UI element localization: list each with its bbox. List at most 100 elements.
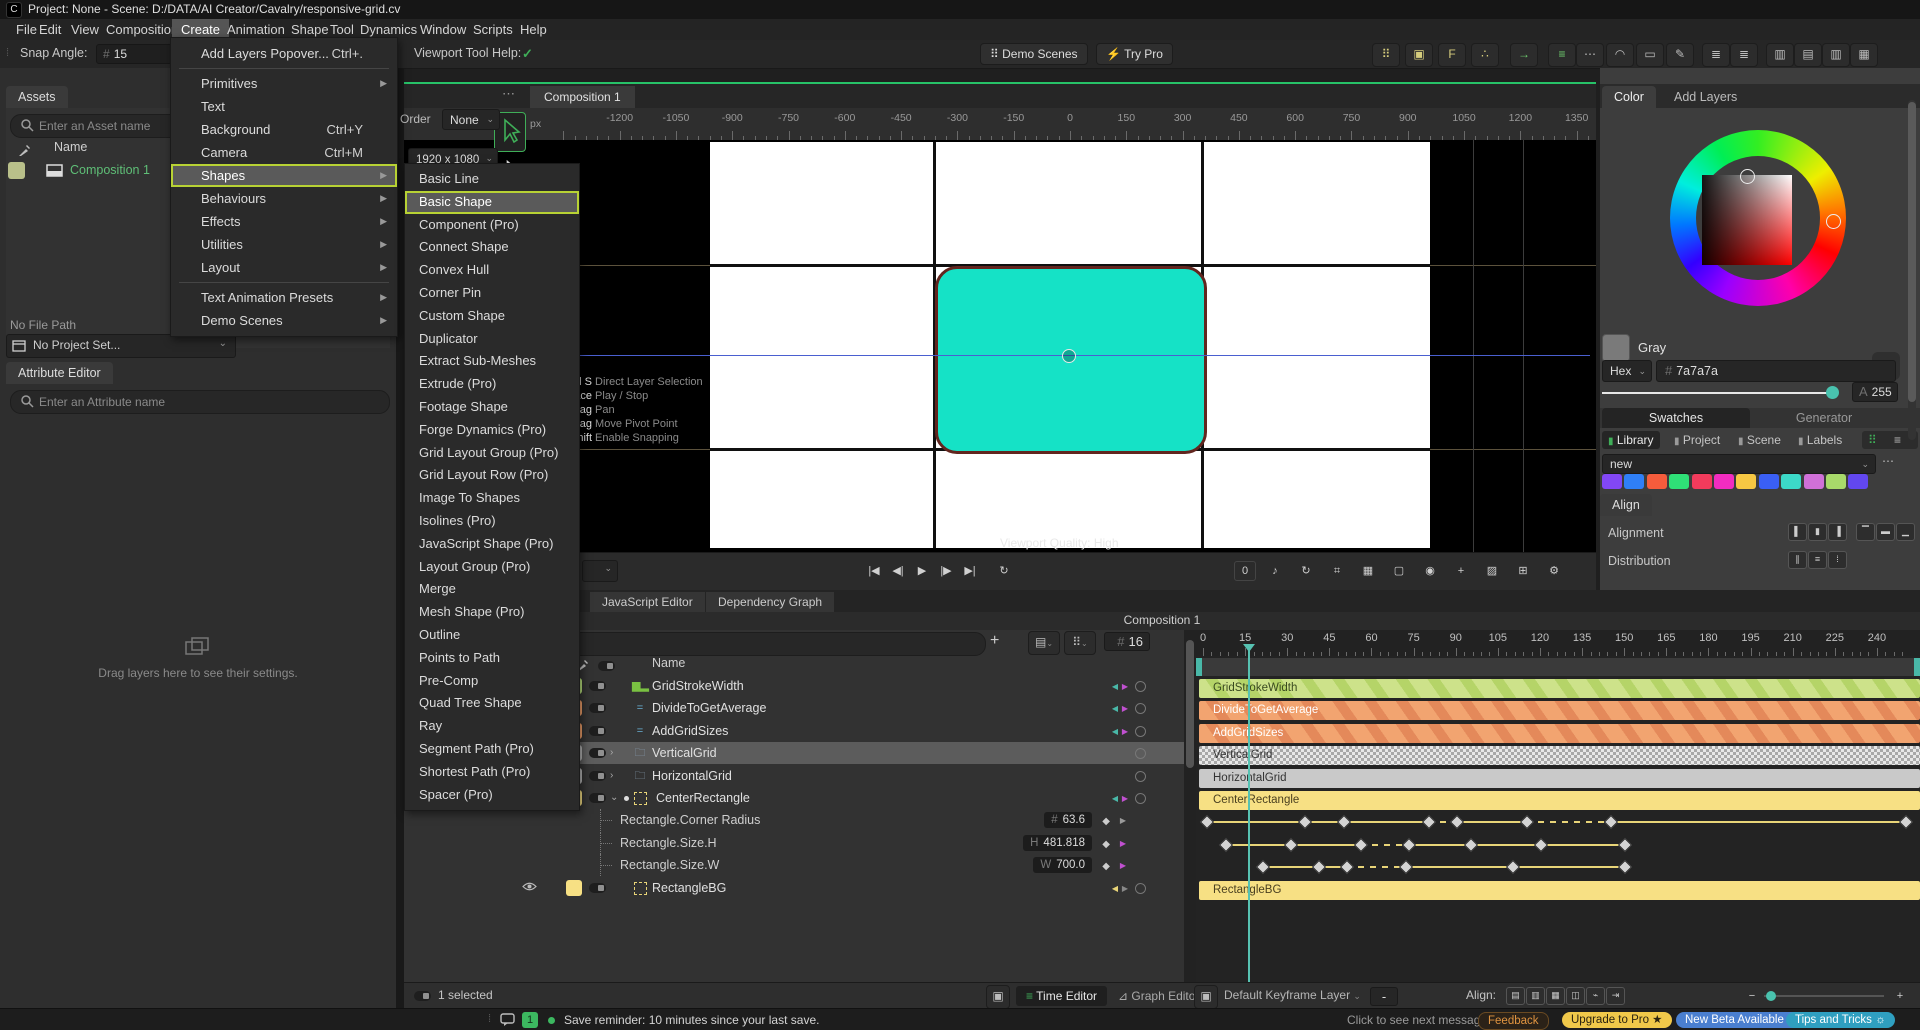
frame-icon[interactable]: F — [1438, 43, 1466, 67]
saturation-value-square[interactable] — [1702, 175, 1792, 265]
alpha-slider-handle[interactable] — [1826, 386, 1839, 399]
tab-attribute-editor[interactable]: Attribute Editor — [6, 362, 113, 384]
hue-selector[interactable] — [1826, 214, 1841, 229]
keyframe-diamond[interactable] — [1298, 815, 1312, 829]
submenu-item-segment-path-pro-[interactable]: Segment Path (Pro) — [405, 738, 579, 761]
menu-item-primitives[interactable]: Primitives▶ — [171, 72, 397, 95]
keyframe-diamond[interactable] — [1337, 815, 1351, 829]
tab-composition-1[interactable]: Composition 1 — [530, 86, 635, 108]
submenu-item-footage-shape[interactable]: Footage Shape — [405, 396, 579, 419]
palette-select[interactable]: new ⌄ — [1602, 454, 1876, 474]
feedback-button[interactable]: Feedback — [1478, 1012, 1549, 1030]
track-bar-dividetogetaverage[interactable]: DivideToGetAverage — [1199, 701, 1920, 720]
expression-marker-icon[interactable]: ▶ — [1120, 861, 1126, 870]
menu-item-utilities[interactable]: Utilities▶ — [171, 233, 397, 256]
keyframe-diamond[interactable] — [1399, 860, 1413, 874]
tab-generator[interactable]: Generator — [1750, 408, 1898, 428]
layer-toggle-icon[interactable] — [589, 771, 606, 781]
tips-button[interactable]: Tips and Tricks ☼ — [1786, 1012, 1895, 1028]
render-state-icon[interactable] — [1135, 748, 1146, 759]
layer-toggle-icon[interactable] — [589, 726, 606, 736]
keyframe-diamond[interactable] — [1340, 860, 1354, 874]
alpha-slider-track[interactable] — [1602, 392, 1832, 394]
keyframe-diamond[interactable] — [1312, 860, 1326, 874]
track-bar-addgridsizes[interactable]: AddGridSizes — [1199, 724, 1920, 743]
keyframe-diamond[interactable] — [1402, 838, 1416, 852]
align-button-3[interactable]: ▔ — [1856, 523, 1875, 541]
color-swatch[interactable] — [1647, 474, 1667, 489]
menu-item-camera[interactable]: CameraCtrl+M — [171, 141, 397, 164]
track-bar-verticalgrid[interactable]: VerticalGrid — [1199, 746, 1920, 765]
play-button[interactable]: ▶ — [912, 561, 932, 581]
expression-marker-icon[interactable]: ▶ — [1120, 839, 1126, 848]
expand-icon[interactable]: › — [610, 765, 613, 787]
align-button-4[interactable]: ▬ — [1876, 523, 1895, 541]
align-button-1[interactable]: ▮ — [1808, 523, 1827, 541]
next-message-link[interactable]: Click to see next message — [1347, 1013, 1487, 1027]
value-field-h[interactable]: H481.818 — [1023, 835, 1092, 851]
submenu-item-extract-sub-meshes[interactable]: Extract Sub-Meshes — [405, 350, 579, 373]
layer-row-rectangle-size-w[interactable]: Rectangle.Size.WW700.0◆▶ — [404, 854, 1184, 876]
submenu-item-duplicator[interactable]: Duplicator — [405, 328, 579, 351]
columns-1-icon[interactable]: ▥ — [1766, 43, 1794, 67]
eyedropper-icon[interactable] — [18, 144, 31, 157]
value-field-#[interactable]: #63.6 — [1044, 812, 1092, 828]
playhead-marker[interactable] — [1243, 644, 1255, 652]
submenu-item-pre-comp[interactable]: Pre-Comp — [405, 670, 579, 693]
color-swatch[interactable] — [1826, 474, 1846, 489]
color-swatch[interactable] — [1602, 474, 1622, 489]
expression-marker-icon[interactable]: ▶ — [1120, 816, 1126, 825]
playhead[interactable] — [1248, 644, 1250, 982]
columns-4-icon[interactable]: ▦ — [1850, 43, 1878, 67]
submenu-item-custom-shape[interactable]: Custom Shape — [405, 305, 579, 328]
submenu-item-basic-shape[interactable]: Basic Shape — [405, 191, 579, 214]
solo-header-icon[interactable] — [598, 661, 615, 671]
alpha-value-field[interactable]: A255 — [1852, 382, 1898, 402]
close-button[interactable] — [1874, 0, 1914, 19]
render-state-icon[interactable] — [1135, 883, 1146, 894]
distribute-button-2[interactable]: ⁞ — [1828, 551, 1847, 569]
viewport-menu-icon[interactable]: ⋯ — [502, 86, 516, 102]
status-message[interactable]: Save reminder: 10 minutes since your las… — [564, 1013, 819, 1027]
layer-toggle-icon[interactable] — [589, 681, 606, 691]
render-state-icon[interactable] — [1135, 726, 1146, 737]
current-color-swatch[interactable] — [1602, 334, 1630, 362]
keyframe-diamond[interactable] — [1450, 815, 1464, 829]
next-frame-button[interactable]: |▶ — [936, 561, 956, 581]
submenu-item-image-to-shapes[interactable]: Image To Shapes — [405, 487, 579, 510]
keyframe-diamond[interactable] — [1354, 838, 1368, 852]
hex-value-input[interactable]: #7a7a7a — [1656, 360, 1896, 382]
viewport-settings-icon[interactable]: ⚙ — [1544, 561, 1564, 581]
layer-toggle-icon[interactable] — [589, 748, 606, 758]
keyframe-diamond[interactable] — [1534, 838, 1548, 852]
dock-icon[interactable]: ▣ — [986, 985, 1010, 1009]
tl-align-button-1[interactable]: ▥ — [1526, 987, 1545, 1005]
keyframe-toggle-icon[interactable]: ◆ — [1102, 816, 1110, 827]
render-state-icon[interactable] — [1135, 703, 1146, 714]
timecode-dropdown[interactable]: ⌄ — [582, 560, 618, 582]
menu-item-shapes[interactable]: Shapes▶ — [171, 164, 397, 187]
submenu-item-connect-shape[interactable]: Connect Shape — [405, 236, 579, 259]
list-view-alt-icon[interactable]: ≣ — [1730, 43, 1758, 67]
keyframe-layer-icon[interactable]: ▣ — [1194, 985, 1218, 1009]
submenu-item-ray[interactable]: Ray — [405, 715, 579, 738]
render-state-icon[interactable] — [1135, 771, 1146, 782]
keyframe-diamond[interactable] — [1200, 815, 1214, 829]
layer-color-swatch[interactable] — [566, 880, 582, 896]
keyframe-diamond[interactable] — [1256, 860, 1270, 874]
keyframe-diamond[interactable] — [1618, 838, 1632, 852]
keyframe-filter-icon[interactable]: ⠿⌄ — [1064, 631, 1096, 655]
frame-ruler[interactable]: 0153045607590105120135150165180195210225… — [1196, 630, 1920, 656]
keyframe-area[interactable]: 0153045607590105120135150165180195210225… — [1196, 630, 1920, 982]
submenu-item-isolines-pro-[interactable]: Isolines (Pro) — [405, 510, 579, 533]
menu-item-background[interactable]: BackgroundCtrl+Y — [171, 118, 397, 141]
keyframe-toggle-icon[interactable]: ◆ — [1102, 839, 1110, 850]
submenu-item-convex-hull[interactable]: Convex Hull — [405, 259, 579, 282]
color-swatch[interactable] — [1759, 474, 1779, 489]
audio-icon[interactable]: ♪ — [1265, 561, 1285, 581]
keyframe-toggle-icon[interactable]: ◆ — [1102, 861, 1110, 872]
tab-align[interactable]: Align — [1600, 494, 1652, 516]
swatch-tab-scene[interactable]: ▮ Scene — [1732, 431, 1787, 449]
more-tools-icon[interactable]: ⋯ — [1576, 43, 1604, 67]
time-editor-tab[interactable]: ≡ Time Editor — [1016, 986, 1107, 1006]
